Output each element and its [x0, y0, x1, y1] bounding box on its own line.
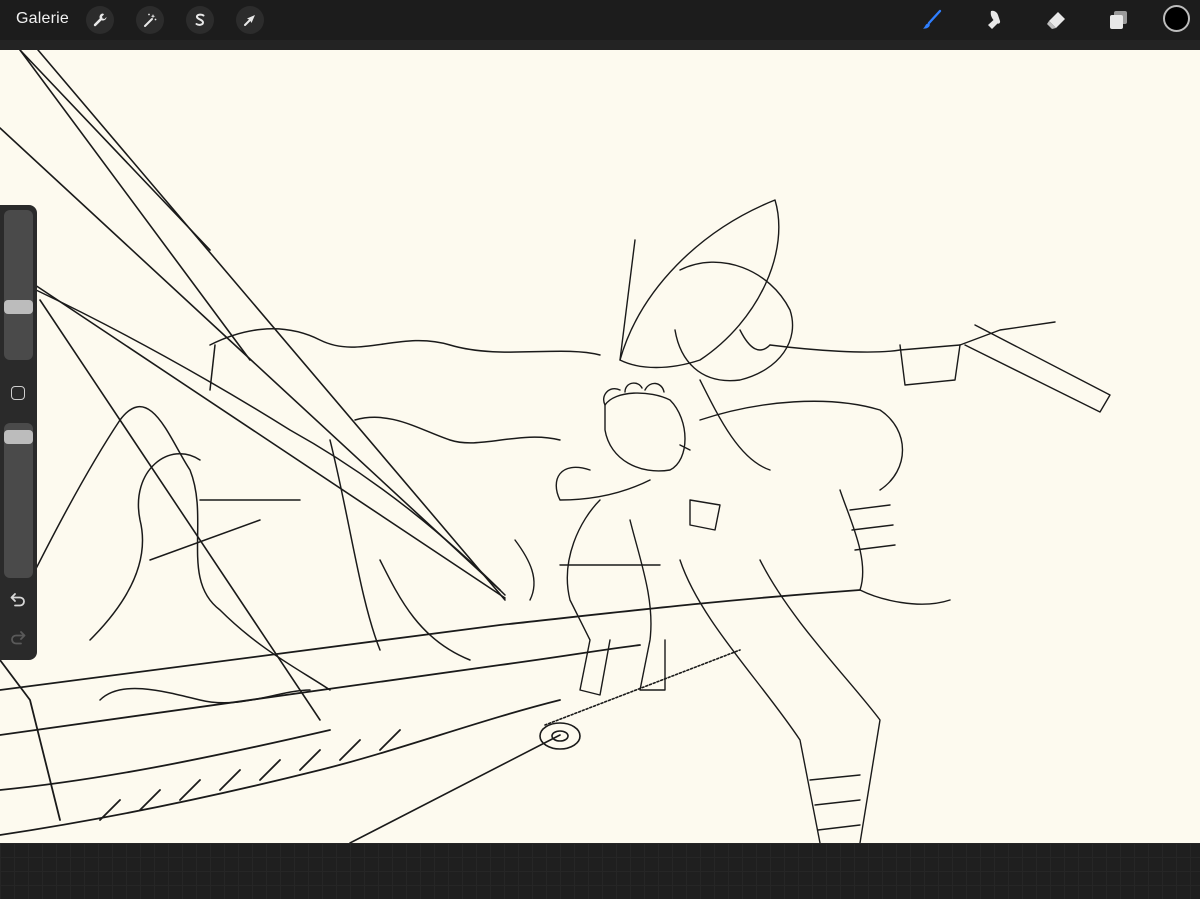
opacity-slider[interactable]: [4, 423, 33, 578]
spar: [0, 589, 861, 836]
opacity-slider-thumb[interactable]: [4, 430, 33, 444]
left-sidebar: [0, 205, 37, 660]
magic-wand-icon[interactable]: [136, 6, 164, 34]
toolbar-divider: [0, 40, 1200, 50]
top-toolbar: Galerie: [0, 0, 1200, 40]
brush-size-slider[interactable]: [4, 210, 33, 360]
undo-icon[interactable]: [9, 590, 27, 608]
color-picker-button[interactable]: [1163, 5, 1190, 32]
bottom-grid-bar: [0, 843, 1200, 899]
pulley: [539, 722, 581, 750]
brush-icon[interactable]: [918, 6, 946, 34]
redo-icon[interactable]: [9, 628, 27, 646]
layers-icon[interactable]: [1104, 6, 1132, 34]
square-modifier-icon[interactable]: [11, 386, 25, 400]
wrench-icon[interactable]: [86, 6, 114, 34]
rigging-lines: [0, 50, 741, 843]
smudge-icon[interactable]: [980, 6, 1008, 34]
arrow-cursor-icon[interactable]: [236, 6, 264, 34]
gallery-button[interactable]: Galerie: [16, 10, 69, 28]
brush-size-slider-thumb[interactable]: [4, 300, 33, 314]
selection-s-icon[interactable]: [186, 6, 214, 34]
sail: [0, 289, 601, 704]
eraser-icon[interactable]: [1042, 6, 1070, 34]
drawing-canvas[interactable]: [0, 50, 1200, 843]
figure-tall: [619, 199, 1111, 843]
line-art-drawing: [0, 50, 1111, 843]
